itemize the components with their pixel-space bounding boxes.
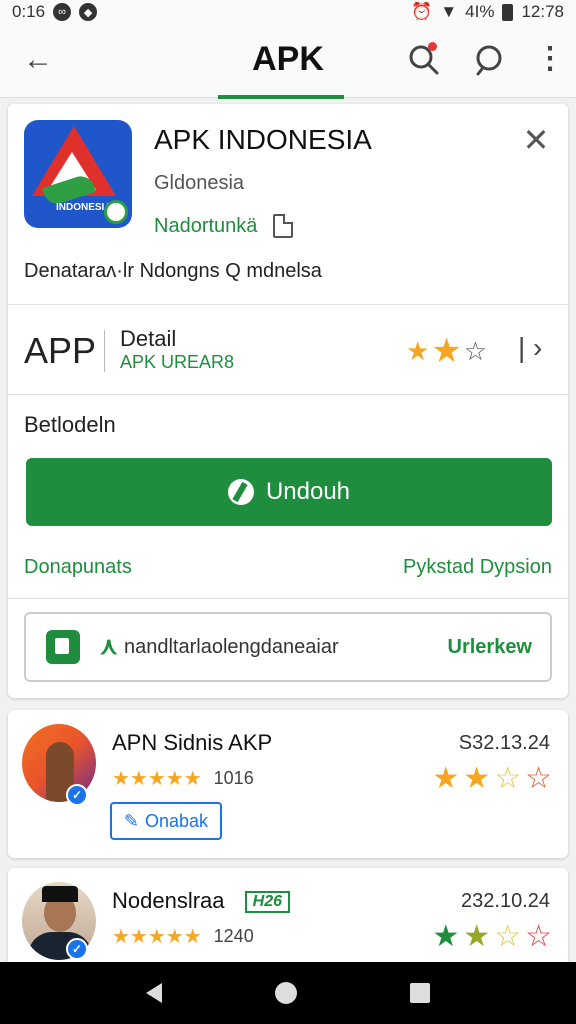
detail-title: Detail xyxy=(120,326,177,351)
status-bar: 0:16 ∞ ◆ ⏰ ▼ 4I% 12:78 xyxy=(0,0,576,24)
nav-back-icon[interactable] xyxy=(146,983,163,1003)
list-item-title-text: Nodenslraa xyxy=(112,888,225,913)
list-item-rating: ★★★★★ 1240 xyxy=(112,924,254,949)
app-icon-badge xyxy=(104,200,128,224)
nav-recents-icon[interactable] xyxy=(409,983,430,1003)
list-item-date: S32.13.24 xyxy=(458,732,550,754)
link-icon: ∞ xyxy=(53,3,72,21)
clipboard-icon xyxy=(46,630,80,664)
app-tag: Nadortunkä xyxy=(154,214,294,238)
star-outline-icon: ☆ xyxy=(525,762,552,795)
back-button[interactable]: ← xyxy=(20,42,56,78)
list-item[interactable]: APN Sidnis AKP S32.13.24 ★★★★★ 1016 ★ ★ … xyxy=(8,710,568,858)
list-item[interactable]: Nodenslraa H26 232.10.24 ★★★★★ 1240 ★ ★ … xyxy=(8,868,568,968)
close-button[interactable]: ✕ xyxy=(518,122,554,158)
link-left[interactable]: Donapunats xyxy=(24,556,132,579)
system-nav-bar xyxy=(0,962,576,1024)
app-tag-label[interactable]: Nadortunkä xyxy=(154,215,257,238)
search-button[interactable] xyxy=(472,42,508,78)
verified-icon: ✓ xyxy=(66,938,88,960)
chip-button[interactable]: ✎ Onabak xyxy=(110,802,222,840)
rating-stars[interactable]: ★ ★ ☆ xyxy=(406,332,488,370)
download-icon xyxy=(227,479,254,505)
list-item-title: Nodenslraa H26 xyxy=(112,888,290,914)
rating-count: 1240 xyxy=(213,926,254,946)
app-developer[interactable]: Gldonesia xyxy=(154,172,244,195)
info-action[interactable]: Urlerkew xyxy=(448,636,533,659)
app-label: APP xyxy=(24,330,97,371)
divider xyxy=(8,598,568,599)
info-box[interactable]: ⋏ nandltarlaolengdaneaiar Urlerkew xyxy=(24,612,552,682)
divider xyxy=(104,330,105,372)
rating-count: 1016 xyxy=(213,768,254,788)
arrow-left-icon: ← xyxy=(23,43,53,76)
rating-stars[interactable]: ★ ★ ☆ ☆ xyxy=(432,922,552,952)
status-time-right: 12:78 xyxy=(521,2,564,21)
close-icon: ✕ xyxy=(522,122,550,158)
wifi-icon: ▼ xyxy=(440,2,458,21)
star-icon: ★ xyxy=(432,762,460,795)
search-icon xyxy=(476,45,502,76)
shield-icon: ◆ xyxy=(79,3,98,21)
stars-icon: ★★★★★ xyxy=(112,926,202,948)
tab-indicator xyxy=(218,95,344,99)
download-button[interactable]: Undouh xyxy=(26,458,552,526)
more-button[interactable]: ⋮ xyxy=(532,42,568,78)
star-icon: ★ xyxy=(463,920,491,953)
download-button-label: Undouh xyxy=(265,478,351,505)
info-text: nandltarlaolengdaneaiar xyxy=(124,636,339,658)
search-notification-button[interactable] xyxy=(406,42,442,78)
star-icon: ★ xyxy=(406,336,430,366)
list-item-date: 232.10.24 xyxy=(461,890,550,912)
notification-dot xyxy=(428,42,437,51)
rating-stars[interactable]: ★ ★ ☆ ☆ xyxy=(432,764,552,794)
star-outline-icon: ☆ xyxy=(494,762,522,795)
star-outline-icon: ☆ xyxy=(494,920,522,953)
section-label: Betlodeln xyxy=(24,412,116,437)
divider xyxy=(8,394,568,395)
verified-icon: ✓ xyxy=(66,784,88,806)
list-item-title: APN Sidnis AKP xyxy=(112,730,273,755)
app-description: Denataraʌ·lr Ndongns Q mdnelsa xyxy=(24,260,322,282)
app-name: APK INDONESIA xyxy=(154,124,372,155)
star-outline-icon: ☆ xyxy=(463,336,488,366)
star-icon: ★ xyxy=(431,332,462,370)
app-icon: INDONESIA xyxy=(24,120,132,228)
document-icon[interactable] xyxy=(273,214,294,238)
app-bar: ← APK ⋮ xyxy=(0,24,576,99)
detail-subtitle: APK UREAR8 xyxy=(120,352,235,372)
chip-label: Onabak xyxy=(145,810,209,831)
more-vert-icon: ⋮ xyxy=(535,42,565,75)
battery-percent: 4I% xyxy=(465,2,495,21)
app-detail-card: INDONESIA APK INDONESIA Gldonesia Nadort… xyxy=(8,104,568,698)
arrow-icon: ⋏ xyxy=(100,633,118,660)
nav-home-icon[interactable] xyxy=(274,982,297,1004)
alarm-icon: ⏰ xyxy=(411,2,433,21)
battery-icon xyxy=(502,3,514,21)
list-item-badge: H26 xyxy=(244,891,290,914)
stars-icon: ★★★★★ xyxy=(112,768,202,790)
status-time-left: 0:16 xyxy=(12,2,46,21)
chevron-right-icon[interactable]: | › xyxy=(518,332,542,364)
pencil-icon: ✎ xyxy=(123,810,140,831)
star-outline-icon: ☆ xyxy=(525,920,552,953)
star-icon: ★ xyxy=(432,920,460,953)
list-item-rating: ★★★★★ 1016 xyxy=(112,766,254,791)
star-icon: ★ xyxy=(463,762,491,795)
link-right[interactable]: Pykstad Dypsion xyxy=(403,556,552,579)
divider xyxy=(8,304,568,305)
